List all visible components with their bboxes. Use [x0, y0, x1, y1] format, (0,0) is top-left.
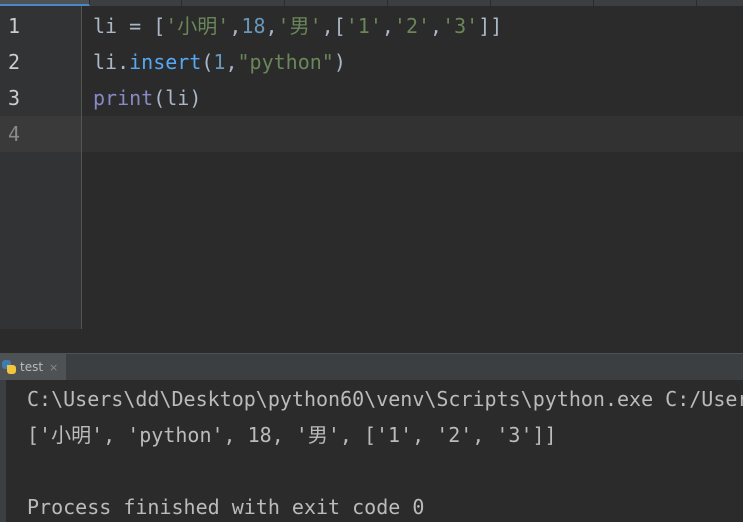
code-token: 18 — [241, 14, 266, 38]
line-number: 2 — [8, 50, 21, 74]
code-token: insert — [129, 50, 202, 74]
line-number: 4 — [8, 122, 21, 146]
code-token: ]] — [478, 14, 503, 38]
code-token: li. — [93, 50, 130, 74]
code-token: '小明' — [165, 14, 230, 38]
code-token: '1' — [345, 14, 382, 38]
code-token: li — [165, 86, 190, 110]
code-token: ,[ — [321, 14, 346, 38]
run-console-output[interactable]: C:\Users\dd\Desktop\python60\venv\Script… — [0, 380, 743, 522]
console-line-command: C:\Users\dd\Desktop\python60\venv\Script… — [27, 387, 743, 411]
code-token: print — [93, 86, 154, 110]
code-token: , — [225, 50, 238, 74]
code-token: 1 — [213, 50, 226, 74]
code-token: li — [93, 14, 130, 38]
line-number: 1 — [8, 14, 21, 38]
code-token: "python" — [237, 50, 334, 74]
code-line-1[interactable]: li = ['小明',18,'男',['1','2','3']] — [93, 8, 502, 44]
code-token: , — [265, 14, 278, 38]
code-token: ( — [153, 86, 166, 110]
code-editor[interactable]: 1 2 3 4 li = ['小明',18,'男',['1','2','3']]… — [0, 6, 743, 329]
code-token: , — [229, 14, 242, 38]
code-token: ) — [333, 50, 346, 74]
code-token: [ — [141, 14, 166, 38]
run-tool-window-header: test × — [0, 353, 743, 380]
current-line-highlight — [0, 116, 743, 152]
code-token: '2' — [393, 14, 431, 38]
code-token: , — [381, 14, 394, 38]
run-tab-test[interactable]: test × — [0, 354, 67, 380]
editor-panel-divider — [0, 329, 743, 354]
run-tab-label: test — [20, 360, 44, 374]
code-token: ) — [189, 86, 202, 110]
close-icon[interactable]: × — [49, 361, 58, 374]
code-token: ( — [201, 50, 214, 74]
code-token: '3' — [442, 14, 479, 38]
code-token: '男' — [277, 14, 322, 38]
code-line-2[interactable]: li.insert(1,"python") — [93, 44, 346, 80]
console-line-output: ['小明', 'python', 18, '男', ['1', '2', '3'… — [27, 423, 557, 447]
line-number: 3 — [8, 86, 21, 110]
python-icon — [2, 360, 16, 374]
console-line-exit: Process finished with exit code 0 — [27, 495, 425, 519]
console-gutter — [0, 380, 6, 522]
code-line-3[interactable]: print(li) — [93, 80, 201, 116]
code-token: = — [129, 14, 142, 38]
code-token: , — [430, 14, 443, 38]
